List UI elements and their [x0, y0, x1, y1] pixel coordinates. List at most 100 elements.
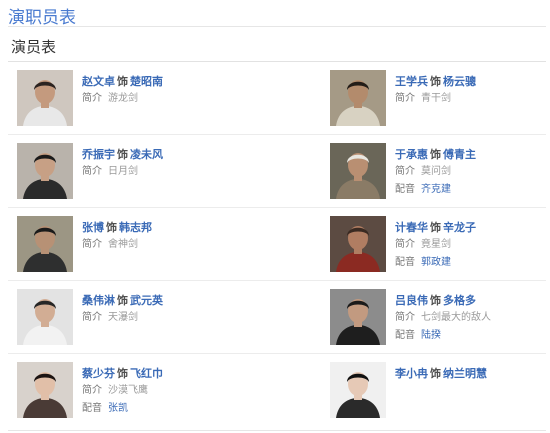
as-connector: 饰: [117, 148, 128, 161]
cast-name-line: 蔡少芬饰飞红巾: [82, 366, 322, 381]
intro-label: 简介: [82, 93, 102, 104]
cast-info: 于承惠饰傅青主 简介 莫问剑 配音 齐克建: [395, 147, 550, 197]
intro-value: 沙漠飞鹰: [108, 385, 148, 396]
intro-label: 简介: [395, 312, 415, 323]
cast-info: 李小冉饰纳兰明慧: [395, 366, 550, 381]
title-divider: [8, 26, 546, 27]
dub-line: 配音 郭政建: [395, 255, 550, 270]
cast-list: 赵文卓饰楚昭南 简介 游龙剑 王学兵饰杨云骢 简介 青干剑 乔振宇 饰 凌未风 …: [8, 62, 546, 427]
dub-line: 配音 张凯: [82, 401, 322, 416]
role-link[interactable]: 韩志邦: [119, 221, 152, 234]
dub-label: 配音: [82, 403, 102, 414]
intro-label: 简介: [395, 166, 415, 177]
cast-card: 赵文卓饰楚昭南 简介 游龙剑: [17, 62, 317, 135]
intro-line: 简介 天瀑剑: [82, 310, 322, 325]
as-connector: 饰: [430, 221, 441, 234]
role-link[interactable]: 多格多: [443, 294, 476, 307]
actor-link[interactable]: 计春华: [395, 221, 428, 234]
actor-link[interactable]: 桑伟淋: [82, 294, 115, 307]
cast-name-line: 张博饰韩志邦: [82, 220, 322, 235]
role-link[interactable]: 杨云骢: [443, 75, 476, 88]
bottom-divider: [8, 430, 546, 431]
intro-value: 日月剑: [108, 166, 138, 177]
intro-line: 简介 七剑最大的敌人: [395, 310, 550, 325]
cast-name-line: 计春华饰辛龙子: [395, 220, 550, 235]
intro-line: 简介 游龙剑: [82, 91, 322, 106]
cast-info: 桑伟淋饰武元英 简介 天瀑剑: [82, 293, 322, 325]
dub-label: 配音: [395, 257, 415, 268]
actor-photo[interactable]: [17, 362, 73, 418]
actor-photo[interactable]: [17, 216, 73, 272]
cast-card: 桑伟淋饰武元英 简介 天瀑剑: [17, 281, 317, 354]
cast-card: 于承惠饰傅青主 简介 莫问剑 配音 齐克建: [330, 135, 540, 208]
intro-value: 天瀑剑: [108, 312, 138, 323]
dub-actor-link[interactable]: 张凯: [108, 403, 128, 414]
actor-link[interactable]: 王学兵: [395, 75, 428, 88]
actor-link[interactable]: 李小冉: [395, 367, 428, 380]
role-link[interactable]: 凌未风: [130, 148, 163, 161]
cast-name-line: 于承惠饰傅青主: [395, 147, 550, 162]
dub-label: 配音: [395, 330, 415, 341]
cast-info: 乔振宇饰凌未风 简介 日月剑: [82, 147, 322, 179]
as-connector: 饰: [430, 75, 441, 88]
actor-photo[interactable]: [330, 70, 386, 126]
cast-card: 蔡少芬饰飞红巾 简介 沙漠飞鹰 配音 张凯: [17, 354, 317, 427]
intro-value: 青干剑: [421, 93, 451, 104]
intro-label: 简介: [395, 239, 415, 250]
cast-info: 王学兵饰杨云骢 简介 青干剑: [395, 74, 550, 106]
actor-link[interactable]: 赵文卓: [82, 75, 115, 88]
dub-line: 配音 齐克建: [395, 182, 550, 197]
role-link[interactable]: 纳兰明慧: [443, 367, 487, 380]
actor-photo[interactable]: [330, 216, 386, 272]
actor-photo[interactable]: [17, 289, 73, 345]
role-link[interactable]: 飞红巾: [130, 367, 163, 380]
dub-actor-link[interactable]: 齐克建: [421, 184, 451, 195]
actor-link[interactable]: 蔡少芬: [82, 367, 115, 380]
cast-name-line: 乔振宇饰凌未风: [82, 147, 322, 162]
cast-info: 赵文卓饰楚昭南 简介 游龙剑: [82, 74, 322, 106]
as-connector: 饰: [430, 367, 441, 380]
actor-photo[interactable]: [330, 143, 386, 199]
actor-link[interactable]: 乔振宇: [82, 148, 115, 161]
section-title: 演员表: [11, 38, 57, 56]
intro-line: 简介 莫问剑: [395, 164, 550, 179]
intro-line: 简介 日月剑: [82, 164, 322, 179]
intro-value: 舍神剑: [108, 239, 138, 250]
cast-row: 桑伟淋饰武元英 简介 天瀑剑 吕良伟饰多格多 简介 七剑最大的敌人 配音 陆揆: [8, 281, 546, 354]
role-link[interactable]: 楚昭南: [130, 75, 163, 88]
actor-link[interactable]: 张博: [82, 221, 104, 234]
as-connector: 饰: [430, 148, 441, 161]
cast-row: 蔡少芬饰飞红巾 简介 沙漠飞鹰 配音 张凯 李小冉饰纳兰明慧: [8, 354, 546, 427]
actor-photo[interactable]: [330, 289, 386, 345]
cast-info: 张博饰韩志邦 简介 舍神剑: [82, 220, 322, 252]
cast-info: 吕良伟饰多格多 简介 七剑最大的敌人 配音 陆揆: [395, 293, 550, 343]
intro-line: 简介 青干剑: [395, 91, 550, 106]
intro-line: 简介 舍神剑: [82, 237, 322, 252]
intro-label: 简介: [82, 166, 102, 177]
dub-actor-link[interactable]: 陆揆: [421, 330, 441, 341]
actor-photo[interactable]: [17, 143, 73, 199]
cast-card: 张博饰韩志邦 简介 舍神剑: [17, 208, 317, 281]
intro-label: 简介: [395, 93, 415, 104]
dub-label: 配音: [395, 184, 415, 195]
cast-card: 王学兵饰杨云骢 简介 青干剑: [330, 62, 540, 135]
intro-value: 莫问剑: [421, 166, 451, 177]
intro-label: 简介: [82, 385, 102, 396]
actor-link[interactable]: 于承惠: [395, 148, 428, 161]
role-link[interactable]: 武元英: [130, 294, 163, 307]
intro-value: 游龙剑: [108, 93, 138, 104]
cast-card: 计春华饰辛龙子 简介 竟星剑 配音 郭政建: [330, 208, 540, 281]
as-connector: 饰: [430, 294, 441, 307]
cast-row: 乔振宇饰凌未风 简介 日月剑 于承惠饰傅青主 简介 莫问剑 配音 齐克建: [8, 135, 546, 208]
actor-photo[interactable]: [17, 70, 73, 126]
as-connector: 饰: [117, 75, 128, 88]
role-link[interactable]: 傅青主: [443, 148, 476, 161]
actor-photo[interactable]: [330, 362, 386, 418]
cast-row: 张博饰韩志邦 简介 舍神剑 计春华饰辛龙子 简介 竟星剑 配音 郭政建: [8, 208, 546, 281]
dub-actor-link[interactable]: 郭政建: [421, 257, 451, 268]
cast-card: 乔振宇饰凌未风 简介 日月剑: [17, 135, 317, 208]
cast-name-line: 桑伟淋饰武元英: [82, 293, 322, 308]
actor-link[interactable]: 吕良伟: [395, 294, 428, 307]
as-connector: 饰: [117, 294, 128, 307]
role-link[interactable]: 辛龙子: [443, 221, 476, 234]
